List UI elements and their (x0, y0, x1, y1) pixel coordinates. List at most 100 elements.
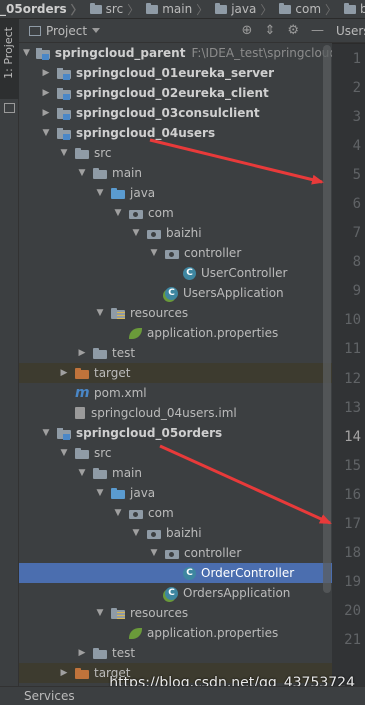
editor-tab[interactable]: Users (332, 19, 365, 43)
chevron-down-icon[interactable]: ▼ (95, 488, 105, 498)
line-number: 8 (352, 254, 361, 271)
tree-node[interactable]: ▼ java (19, 183, 332, 203)
tree-node-label: com (148, 506, 174, 520)
chevron-down-icon[interactable]: ▼ (113, 508, 123, 518)
tree-node-label: OrdersApplication (183, 586, 291, 600)
chevron-right-icon[interactable]: ▶ (41, 88, 51, 98)
chevron-down-icon[interactable] (92, 28, 101, 33)
chevron-right-icon[interactable]: ▶ (77, 648, 87, 658)
line-number: 10 (344, 312, 361, 329)
breadcrumb-item[interactable]: src 〉 (85, 1, 142, 18)
folder-icon (215, 2, 228, 14)
chevron-down-icon[interactable]: ▼ (131, 528, 141, 538)
status-bar: Services (0, 686, 365, 705)
tree-node[interactable]: ▶ springcloud_01eureka_server (19, 63, 332, 83)
chevron-down-icon[interactable]: ▼ (95, 308, 105, 318)
tree-node[interactable]: C OrdersApplication (19, 583, 332, 603)
tree-node[interactable]: ▼ resources (19, 603, 332, 623)
chevron-down-icon[interactable]: ▼ (149, 248, 159, 258)
tree-node-label: java (130, 486, 156, 500)
tree-node[interactable]: ▼ com (19, 203, 332, 223)
tree-node[interactable]: application.properties (19, 323, 332, 343)
locate-icon[interactable]: ⊕ (242, 23, 253, 38)
breadcrumb-item[interactable]: main 〉 (141, 1, 210, 18)
breadcrumb-label: com (295, 2, 322, 16)
tree-node-label: com (148, 206, 174, 220)
tree-node[interactable]: application.properties (19, 623, 332, 643)
line-number: 6 (352, 196, 361, 213)
breadcrumb-item[interactable]: baizhi〉 (339, 1, 365, 18)
line-number: 19 (344, 574, 361, 591)
chevron-right-icon[interactable]: ▶ (41, 108, 51, 118)
package-icon (147, 229, 161, 239)
tree-node[interactable]: ▶ target (19, 363, 332, 383)
tree-node[interactable]: ▼ springcloud_parent F:\IDEA_test\springcl… (19, 43, 332, 63)
tree-node-label: target (94, 366, 131, 380)
tree-node[interactable]: ▼ main (19, 463, 332, 483)
breadcrumb-separator: 〉 (196, 2, 209, 17)
collapse-all-icon[interactable]: ⇕ (264, 23, 275, 38)
chevron-down-icon[interactable]: ▼ (59, 148, 69, 158)
tree-node[interactable]: ▶ springcloud_02eureka_client (19, 83, 332, 103)
chevron-down-icon[interactable]: ▼ (59, 448, 69, 458)
chevron-right-icon[interactable]: ▶ (59, 668, 69, 678)
chevron-down-icon[interactable]: ▼ (77, 468, 87, 478)
tree-node[interactable]: ▼ com (19, 503, 332, 523)
line-number: 1 (352, 50, 361, 67)
breadcrumb-item[interactable]: _05orders 〉 (0, 1, 85, 18)
tree-node[interactable]: ▶ test (19, 643, 332, 663)
chevron-down-icon[interactable]: ▼ (95, 188, 105, 198)
chevron-down-icon[interactable]: ▼ (113, 208, 123, 218)
chevron-down-icon[interactable]: ▼ (131, 228, 141, 238)
tree-node-label: resources (130, 606, 189, 620)
vertical-scrollbar[interactable] (323, 45, 331, 593)
tree-node[interactable]: springcloud_04users.iml (19, 403, 332, 423)
module-file-icon (75, 407, 85, 419)
tree-node[interactable]: C UsersApplication (19, 283, 332, 303)
chevron-right-icon[interactable]: ▶ (59, 368, 69, 378)
breadcrumb-item[interactable]: com 〉 (274, 1, 339, 18)
chevron-down-icon[interactable]: ▼ (23, 48, 30, 58)
tree-node[interactable]: ▼ java (19, 483, 332, 503)
tree-node[interactable]: ▼ baizhi (19, 223, 332, 243)
chevron-down-icon[interactable]: ▼ (41, 428, 51, 438)
tree-node[interactable]: ▼ controller (19, 243, 332, 263)
tree-node[interactable]: ▼ baizhi (19, 523, 332, 543)
tree-node[interactable]: ▼ springcloud_05orders (19, 423, 332, 443)
tree-node[interactable]: C UserController (19, 263, 332, 283)
minimize-icon[interactable]: — (311, 23, 324, 38)
tree-node[interactable]: ▼ resources (19, 303, 332, 323)
services-tab[interactable]: Services (24, 689, 75, 703)
tree-node-label: test (112, 346, 136, 360)
chevron-right-icon[interactable]: ▶ (41, 68, 51, 78)
breadcrumb-label: baizhi (360, 2, 365, 16)
tree-node[interactable]: ▼ controller (19, 543, 332, 563)
tree-node[interactable]: ▶ springcloud_03consulclient (19, 103, 332, 123)
project-view-selector[interactable]: Project (46, 24, 87, 38)
tree-node-label: resources (130, 306, 189, 320)
chevron-down-icon[interactable]: ▼ (77, 168, 87, 178)
tree-node[interactable]: ▼ springcloud_04users (19, 123, 332, 143)
project-tree: ▼ springcloud_parent F:\IDEA_test\springcl… (19, 43, 332, 683)
chevron-right-icon[interactable]: ▶ (77, 348, 87, 358)
line-number: 20 (344, 603, 361, 620)
chevron-down-icon[interactable]: ▼ (95, 608, 105, 618)
spring-boot-class-icon: C (165, 586, 178, 600)
line-number: 5 (352, 166, 361, 183)
tree-node[interactable]: ▶ test (19, 343, 332, 363)
gear-icon[interactable]: ⚙ (287, 23, 299, 38)
tree-node[interactable]: ▼ src (19, 143, 332, 163)
tree-node-label: controller (184, 246, 242, 260)
structure-icon[interactable] (4, 103, 15, 113)
folder-icon (93, 347, 107, 359)
tree-node[interactable]: m pom.xml (19, 383, 332, 403)
tree-node[interactable]: ▼ src (19, 443, 332, 463)
project-tool-tab[interactable]: 1: Project (0, 19, 19, 99)
breadcrumb-item[interactable]: java 〉 (210, 1, 274, 18)
tree-node[interactable]: C OrderController (19, 563, 332, 583)
tree-node-label: springcloud_03consulclient (76, 106, 260, 120)
tree-node[interactable]: ▼ main (19, 163, 332, 183)
line-number: 13 (344, 399, 361, 416)
chevron-down-icon[interactable]: ▼ (149, 548, 159, 558)
chevron-down-icon[interactable]: ▼ (41, 128, 51, 138)
